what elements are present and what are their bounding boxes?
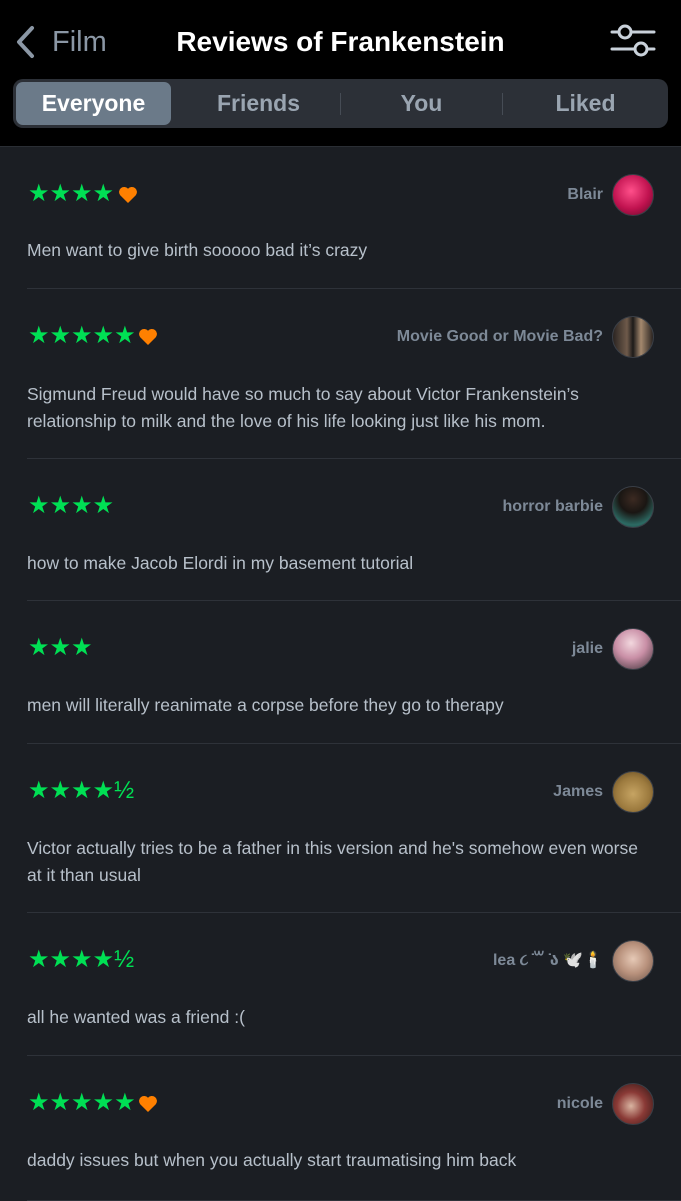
- review-text: all he wanted was a friend :(: [27, 1007, 245, 1027]
- review-text: Victor actually tries to be a father in …: [27, 838, 638, 885]
- star-rating-text: ★★★★: [28, 492, 115, 519]
- top-bar: Film Reviews of Frankenstein Everyone Fr…: [0, 0, 681, 146]
- review-text: daddy issues but when you actually start…: [27, 1150, 517, 1170]
- review-item[interactable]: ★★★★★ nicole daddy issues but when you a…: [0, 1056, 681, 1201]
- review-text: how to make Jacob Elordi in my basement …: [27, 553, 414, 573]
- avatar[interactable]: [612, 1083, 654, 1125]
- rating-stars: ★★★★: [28, 182, 114, 206]
- review-username[interactable]: lea ૮ ̇꒳ ̇ა 🕊️🕯️: [493, 951, 603, 971]
- avatar[interactable]: [612, 940, 654, 982]
- avatar[interactable]: [612, 771, 654, 813]
- review-text: Men want to give birth sooooo bad it’s c…: [27, 240, 368, 260]
- rating-stars: ★★★: [28, 636, 93, 660]
- avatar[interactable]: [612, 486, 654, 528]
- rating-stars: ★★★★★: [28, 1091, 136, 1115]
- review-item[interactable]: ★★★★½ James Victor actually tries to be …: [0, 744, 681, 913]
- tab-friends[interactable]: Friends: [181, 82, 336, 125]
- rating-stars: ★★★★★: [28, 324, 136, 348]
- heart-icon: [139, 328, 157, 345]
- heart-icon: [139, 1095, 157, 1112]
- review-item[interactable]: ★★★★★ Movie Good or Movie Bad? Sigmund F…: [0, 289, 681, 459]
- star-rating-text: ★★★: [28, 634, 93, 661]
- tab-everyone[interactable]: Everyone: [16, 82, 171, 125]
- star-rating-text: ★★★★★: [28, 322, 136, 349]
- filter-button[interactable]: [608, 22, 658, 60]
- page-title: Reviews of Frankenstein: [176, 26, 505, 57]
- review-username[interactable]: horror barbie: [503, 497, 603, 517]
- review-item[interactable]: ★★★★ Blair Men want to give birth sooooo…: [0, 147, 681, 289]
- review-text: Sigmund Freud would have so much to say …: [27, 384, 579, 431]
- tab-divider: [502, 93, 503, 115]
- tab-divider: [340, 93, 341, 115]
- review-item[interactable]: ★★★★½ lea ૮ ̇꒳ ̇ა 🕊️🕯️ all he wanted was…: [0, 913, 681, 1056]
- review-item[interactable]: ★★★★ horror barbie how to make Jacob Elo…: [0, 459, 681, 601]
- tab-liked[interactable]: Liked: [508, 82, 663, 125]
- review-username[interactable]: James: [553, 782, 603, 802]
- star-rating-text: ★★★★½: [28, 946, 135, 973]
- avatar[interactable]: [612, 316, 654, 358]
- review-list: ★★★★ Blair Men want to give birth sooooo…: [0, 146, 681, 1201]
- heart-icon: [119, 186, 137, 203]
- star-rating-text: ★★★★: [28, 180, 115, 207]
- rating-stars: ★★★★: [28, 494, 114, 518]
- tab-bar: Everyone Friends You Liked: [13, 79, 668, 128]
- review-text: men will literally reanimate a corpse be…: [27, 695, 504, 715]
- star-rating-text: ★★★★½: [28, 777, 135, 804]
- rating-stars: ★★★★½: [28, 779, 134, 803]
- sliders-icon: [610, 24, 656, 57]
- review-username[interactable]: nicole: [557, 1094, 603, 1114]
- rating-stars: ★★★★½: [28, 948, 134, 972]
- review-username[interactable]: Movie Good or Movie Bad?: [397, 327, 603, 347]
- review-username[interactable]: jalie: [572, 639, 603, 659]
- star-rating-text: ★★★★★: [28, 1089, 136, 1116]
- review-item[interactable]: ★★★ jalie men will literally reanimate a…: [0, 601, 681, 744]
- tab-you[interactable]: You: [344, 82, 499, 125]
- review-username[interactable]: Blair: [567, 185, 603, 205]
- avatar[interactable]: [612, 174, 654, 216]
- avatar[interactable]: [612, 628, 654, 670]
